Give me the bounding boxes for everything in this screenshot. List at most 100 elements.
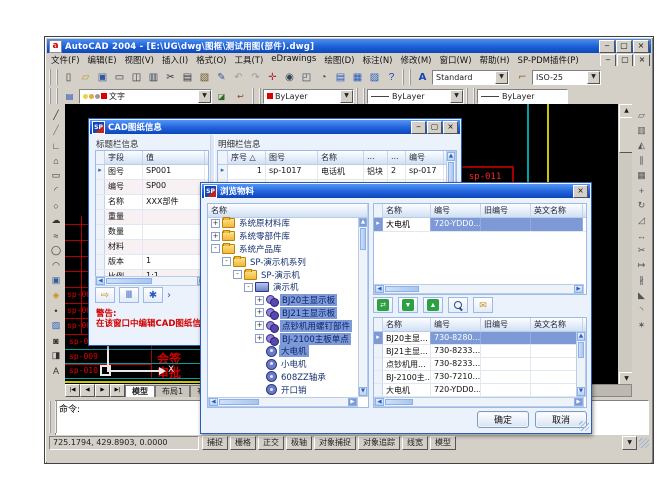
- canvas-vertical-scrollbar[interactable]: ▲ ▼: [619, 104, 632, 384]
- line-icon[interactable]: ╱: [49, 108, 64, 123]
- cut-icon[interactable]: ✂: [162, 69, 179, 85]
- expand-icon[interactable]: +: [211, 219, 220, 228]
- collapse-icon[interactable]: -: [211, 244, 220, 253]
- copy-object-icon[interactable]: ▥: [634, 123, 649, 138]
- tab-last-icon[interactable]: ▶|: [110, 384, 125, 397]
- copy-icon[interactable]: ▤: [179, 69, 196, 85]
- top-table-hscroll[interactable]: ◀ ▶: [374, 284, 584, 294]
- table-row[interactable]: 大电机720-YDD0...: [374, 384, 586, 397]
- make-layer-current-icon[interactable]: ◪: [212, 87, 231, 105]
- fillet-icon[interactable]: ◝: [634, 303, 649, 318]
- tree-header[interactable]: 名称: [208, 204, 368, 217]
- array-icon[interactable]: ▦: [634, 168, 649, 183]
- barcode-icon[interactable]: Ⅲ: [119, 287, 139, 303]
- table-row[interactable]: 数量: [96, 225, 208, 240]
- column-header[interactable]: ...: [388, 151, 406, 164]
- maximize-icon[interactable]: ▢: [427, 121, 442, 134]
- revision-cloud-icon[interactable]: ☁: [49, 213, 64, 228]
- table-row[interactable]: ▸大电机720-YDD0...: [374, 218, 586, 232]
- upload-icon[interactable]: ▲: [423, 297, 443, 313]
- column-header[interactable]: 图号: [266, 151, 318, 164]
- ok-button[interactable]: 确定: [477, 411, 529, 428]
- add-record-icon[interactable]: ✱: [143, 287, 163, 303]
- cad-info-dialog-titlebar[interactable]: SP CAD图纸信息 ‒▢×: [90, 120, 460, 134]
- mirror-icon[interactable]: ◭: [634, 138, 649, 153]
- hatch-icon[interactable]: ▨: [49, 318, 64, 333]
- minimize-icon[interactable]: ‒: [411, 121, 426, 134]
- column-header[interactable]: 序号 △: [228, 151, 266, 164]
- column-header[interactable]: 旧编号: [481, 318, 531, 331]
- new-file-icon[interactable]: ▯: [60, 69, 77, 85]
- chevron-down-icon[interactable]: ▼: [340, 90, 353, 103]
- construction-line-icon[interactable]: ╱: [49, 123, 64, 138]
- field-table-hscroll[interactable]: ◀ ▶: [95, 276, 207, 286]
- menu-item[interactable]: 文件(F): [47, 54, 84, 66]
- save-icon[interactable]: ▣: [94, 69, 111, 85]
- table-row[interactable]: 材料: [96, 240, 208, 255]
- help-icon[interactable]: ?: [383, 69, 400, 85]
- explode-icon[interactable]: ✶: [634, 318, 649, 333]
- column-header[interactable]: ...: [364, 151, 388, 164]
- rectangle-icon[interactable]: ▭: [49, 168, 64, 183]
- extend-icon[interactable]: ↦: [634, 258, 649, 273]
- layers-icon[interactable]: ▤: [60, 87, 79, 105]
- table-row[interactable]: ▸1sp-1017电话机铝块2sp-017: [218, 165, 456, 180]
- plot-icon[interactable]: ▭: [111, 69, 128, 85]
- circle-icon[interactable]: ○: [49, 198, 64, 213]
- bottom-table-hscroll[interactable]: ◀ ▶: [374, 397, 584, 407]
- tree-item[interactable]: -SP-演示机系列: [211, 255, 358, 268]
- table-row[interactable]: BJ21主显...730-8233...: [374, 345, 586, 358]
- insert-block-icon[interactable]: ▣: [49, 273, 64, 288]
- command-window-grip[interactable]: [49, 401, 57, 433]
- status-toggle-正交[interactable]: 正交: [258, 436, 284, 450]
- lineweight-combo[interactable]: ByLayer: [477, 89, 568, 104]
- properties-icon[interactable]: ▤: [332, 69, 349, 85]
- toolbar-grip[interactable]: [466, 88, 475, 104]
- collapse-icon[interactable]: -: [233, 270, 242, 279]
- status-toggle-栅格[interactable]: 栅格: [230, 436, 256, 450]
- tool-palettes-icon[interactable]: ▨: [366, 69, 383, 85]
- tab-next-icon[interactable]: ▶: [95, 384, 110, 397]
- menu-item[interactable]: eDrawings: [267, 54, 320, 66]
- table-row[interactable]: ▸图号SP001: [96, 165, 208, 180]
- dim-style-combo[interactable]: ISO-25 ▼: [532, 70, 601, 85]
- chevron-down-icon[interactable]: ▼: [495, 71, 508, 84]
- toolbar-grip[interactable]: [252, 88, 261, 104]
- tree-item[interactable]: +点钞机用螺钉部件: [211, 319, 358, 332]
- break-icon[interactable]: ∦: [634, 273, 649, 288]
- status-toggle-模型[interactable]: 模型: [430, 436, 456, 450]
- layout-tab[interactable]: 模型: [125, 385, 155, 397]
- scale-icon[interactable]: ◿: [634, 213, 649, 228]
- text-style-combo[interactable]: Standard ▼: [432, 70, 509, 85]
- search-icon[interactable]: [448, 297, 468, 313]
- make-block-icon[interactable]: ◈: [49, 288, 64, 303]
- window-titlebar[interactable]: a AutoCAD 2004 - [E:\UG\dwg\图框\测试用图(部件).…: [47, 39, 651, 53]
- chamfer-icon[interactable]: ◣: [634, 288, 649, 303]
- tree-item[interactable]: +大电机: [211, 345, 358, 358]
- linetype-combo[interactable]: ByLayer ▼: [367, 89, 464, 104]
- menu-item[interactable]: 帮助(H): [476, 54, 514, 66]
- text-style-icon[interactable]: A: [413, 68, 432, 86]
- column-header[interactable]: 编号: [431, 318, 481, 331]
- multiline-text-icon[interactable]: A: [49, 363, 64, 378]
- resize-grip[interactable]: [579, 421, 589, 431]
- column-header[interactable]: 编号: [431, 204, 481, 217]
- zoom-window-icon[interactable]: ◰: [298, 69, 315, 85]
- column-header[interactable]: 英文名称: [531, 318, 583, 331]
- spline-icon[interactable]: ≈: [49, 228, 64, 243]
- expand-icon[interactable]: +: [255, 321, 264, 330]
- layer-previous-icon[interactable]: ↩: [231, 87, 250, 105]
- tree-item[interactable]: -系统产品库: [211, 243, 358, 256]
- polygon-icon[interactable]: ⌂: [49, 153, 64, 168]
- match-properties-icon[interactable]: ✎: [213, 69, 230, 85]
- zoom-realtime-icon[interactable]: ◉: [281, 69, 298, 85]
- column-header[interactable]: 旧编号: [481, 204, 531, 217]
- table-row[interactable]: 版本1: [96, 255, 208, 270]
- status-toggle-线宽[interactable]: 线宽: [402, 436, 428, 450]
- undo-icon[interactable]: ↶: [230, 69, 247, 85]
- designcenter-icon[interactable]: ▦: [349, 69, 366, 85]
- ellipse-arc-icon[interactable]: ◠: [49, 258, 64, 273]
- minimize-icon[interactable]: ‒: [599, 40, 615, 53]
- tree-item[interactable]: +系统零部件库: [211, 230, 358, 243]
- status-menu-icon[interactable]: ▼: [622, 436, 637, 450]
